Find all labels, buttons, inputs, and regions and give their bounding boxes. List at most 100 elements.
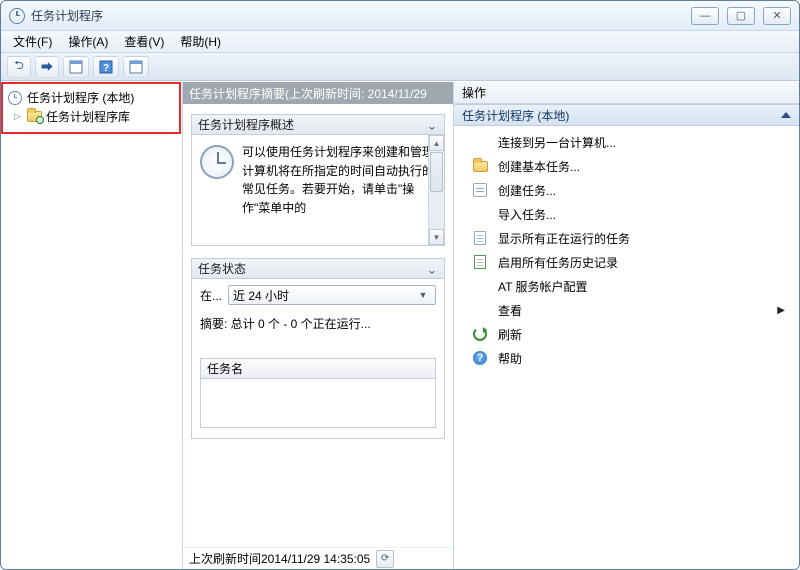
action-label: 刷新 [498, 326, 522, 343]
expand-icon[interactable]: ▷ [13, 111, 22, 122]
status-section: 任务状态 ⌃ 在... 近 24 小时 ▼ 摘要: 总计 0 个 - 0 个正在… [191, 258, 445, 439]
action-connect[interactable]: 连接到另一台计算机... [454, 130, 799, 154]
folder-clock-icon [26, 109, 42, 125]
blank-icon [472, 134, 488, 150]
action-help[interactable]: ? 帮助 [454, 346, 799, 370]
summary-header: 任务计划程序摘要(上次刷新时间: 2014/11/29 [183, 82, 453, 104]
menu-help[interactable]: 帮助(H) [174, 31, 227, 52]
wizard-icon [472, 158, 488, 174]
toolbar-help-button[interactable]: ? [93, 56, 119, 78]
tree-root-label: 任务计划程序 (本地) [27, 89, 134, 106]
list-icon [472, 230, 488, 246]
window-controls: — ▢ ✕ [691, 7, 795, 25]
window-title: 任务计划程序 [31, 7, 103, 24]
pane-icon [69, 60, 83, 74]
actions-group-title: 任务计划程序 (本地) [462, 107, 569, 124]
clock-icon [7, 90, 23, 106]
chevron-up-icon: ⌃ [426, 262, 438, 276]
scroll-up-button[interactable]: ▲ [429, 135, 444, 151]
action-create-task[interactable]: 创建任务... [454, 178, 799, 202]
status-title[interactable]: 任务状态 ⌃ [192, 259, 444, 279]
actions-list: 连接到另一台计算机... 创建基本任务... 创建任务... 导入任务... 显… [454, 126, 799, 374]
task-icon [472, 182, 488, 198]
collapse-icon [781, 112, 791, 118]
menubar: 文件(F) 操作(A) 查看(V) 帮助(H) [1, 31, 799, 53]
status-in-label: 在... [200, 287, 222, 304]
forward-button[interactable]: ⮕ [35, 56, 59, 78]
clock-icon [200, 145, 234, 179]
action-label: 帮助 [498, 350, 522, 367]
time-range-dropdown[interactable]: 近 24 小时 ▼ [228, 285, 436, 305]
dropdown-value: 近 24 小时 [233, 287, 289, 304]
titlebar: 任务计划程序 — ▢ ✕ [1, 1, 799, 31]
tree-root[interactable]: 任务计划程序 (本地) [5, 88, 178, 107]
action-view[interactable]: 查看 ▶ [454, 298, 799, 322]
action-show-running[interactable]: 显示所有正在运行的任务 [454, 226, 799, 250]
summary-footer: 上次刷新时间2014/11/29 14:35:05 ⟳ [183, 547, 453, 569]
menu-action[interactable]: 操作(A) [62, 31, 114, 52]
overview-body: 可以使用任务计划程序来创建和管理计算机将在所指定的时间自动执行的常见任务。若要开… [192, 135, 444, 245]
status-body: 在... 近 24 小时 ▼ 摘要: 总计 0 个 - 0 个正在运行... 任… [192, 279, 444, 438]
action-label: 显示所有正在运行的任务 [498, 230, 630, 247]
chevron-down-icon: ▼ [415, 290, 431, 300]
summary-body: 任务计划程序概述 ⌃ 可以使用任务计划程序来创建和管理计算机将在所指定的时间自动… [183, 104, 453, 547]
task-list-header[interactable]: 任务名 [201, 359, 435, 379]
chevron-up-icon: ⌃ [426, 118, 438, 132]
tree-library-label: 任务计划程序库 [46, 108, 130, 125]
toolbar-pane2-button[interactable] [123, 56, 149, 78]
svg-text:?: ? [103, 63, 109, 74]
toolbar: ⮌ ⮕ ? [1, 53, 799, 81]
maximize-button[interactable]: ▢ [727, 7, 755, 25]
actions-group-header[interactable]: 任务计划程序 (本地) [454, 104, 799, 126]
pane-icon [129, 60, 143, 74]
action-label: 查看 [498, 302, 522, 319]
status-summary: 摘要: 总计 0 个 - 0 个正在运行... [200, 315, 436, 332]
clock-icon [9, 8, 25, 24]
action-label: 导入任务... [498, 206, 556, 223]
scroll-thumb[interactable] [430, 152, 443, 192]
action-enable-history[interactable]: 启用所有任务历史记录 [454, 250, 799, 274]
action-label: 创建任务... [498, 182, 556, 199]
back-button[interactable]: ⮌ [7, 56, 31, 78]
last-refresh-text: 上次刷新时间2014/11/29 14:35:05 [189, 550, 370, 567]
help-icon: ? [99, 60, 113, 74]
col-task-name: 任务名 [207, 360, 243, 377]
refresh-icon [472, 326, 488, 342]
task-scheduler-window: 任务计划程序 — ▢ ✕ 文件(F) 操作(A) 查看(V) 帮助(H) ⮌ ⮕… [0, 0, 800, 570]
toolbar-pane1-button[interactable] [63, 56, 89, 78]
submenu-arrow-icon: ▶ [777, 305, 785, 316]
history-icon [472, 254, 488, 270]
overview-title[interactable]: 任务计划程序概述 ⌃ [192, 115, 444, 135]
action-create-basic-task[interactable]: 创建基本任务... [454, 154, 799, 178]
action-label: 连接到另一台计算机... [498, 134, 616, 151]
action-label: 创建基本任务... [498, 158, 580, 175]
console-tree-pane: 任务计划程序 (本地) ▷ 任务计划程序库 [1, 82, 183, 569]
overview-title-text: 任务计划程序概述 [198, 116, 294, 133]
menu-view[interactable]: 查看(V) [118, 31, 170, 52]
actions-header: 操作 [454, 82, 799, 104]
blank-icon [472, 206, 488, 222]
blank-icon [472, 278, 488, 294]
overview-scrollbar[interactable]: ▲ ▼ [428, 135, 444, 245]
menu-file[interactable]: 文件(F) [7, 31, 58, 52]
action-label: 启用所有任务历史记录 [498, 254, 618, 271]
overview-text: 可以使用任务计划程序来创建和管理计算机将在所指定的时间自动执行的常见任务。若要开… [242, 143, 436, 217]
summary-pane: 任务计划程序摘要(上次刷新时间: 2014/11/29 任务计划程序概述 ⌃ 可… [183, 82, 454, 569]
task-list[interactable]: 任务名 [200, 358, 436, 428]
action-label: AT 服务帐户配置 [498, 278, 588, 295]
action-import-task[interactable]: 导入任务... [454, 202, 799, 226]
close-button[interactable]: ✕ [763, 7, 791, 25]
tree-library[interactable]: ▷ 任务计划程序库 [5, 107, 178, 126]
actions-pane: 操作 任务计划程序 (本地) 连接到另一台计算机... 创建基本任务... 创建… [454, 82, 799, 569]
blank-icon [472, 302, 488, 318]
action-at-service[interactable]: AT 服务帐户配置 [454, 274, 799, 298]
status-title-text: 任务状态 [198, 260, 246, 277]
help-icon: ? [472, 350, 488, 366]
overview-section: 任务计划程序概述 ⌃ 可以使用任务计划程序来创建和管理计算机将在所指定的时间自动… [191, 114, 445, 246]
footer-refresh-button[interactable]: ⟳ [376, 550, 394, 568]
minimize-button[interactable]: — [691, 7, 719, 25]
scroll-down-button[interactable]: ▼ [429, 229, 444, 245]
action-refresh[interactable]: 刷新 [454, 322, 799, 346]
content-area: 任务计划程序 (本地) ▷ 任务计划程序库 任务计划程序摘要(上次刷新时间: 2… [1, 81, 799, 569]
tree: 任务计划程序 (本地) ▷ 任务计划程序库 [1, 82, 182, 132]
